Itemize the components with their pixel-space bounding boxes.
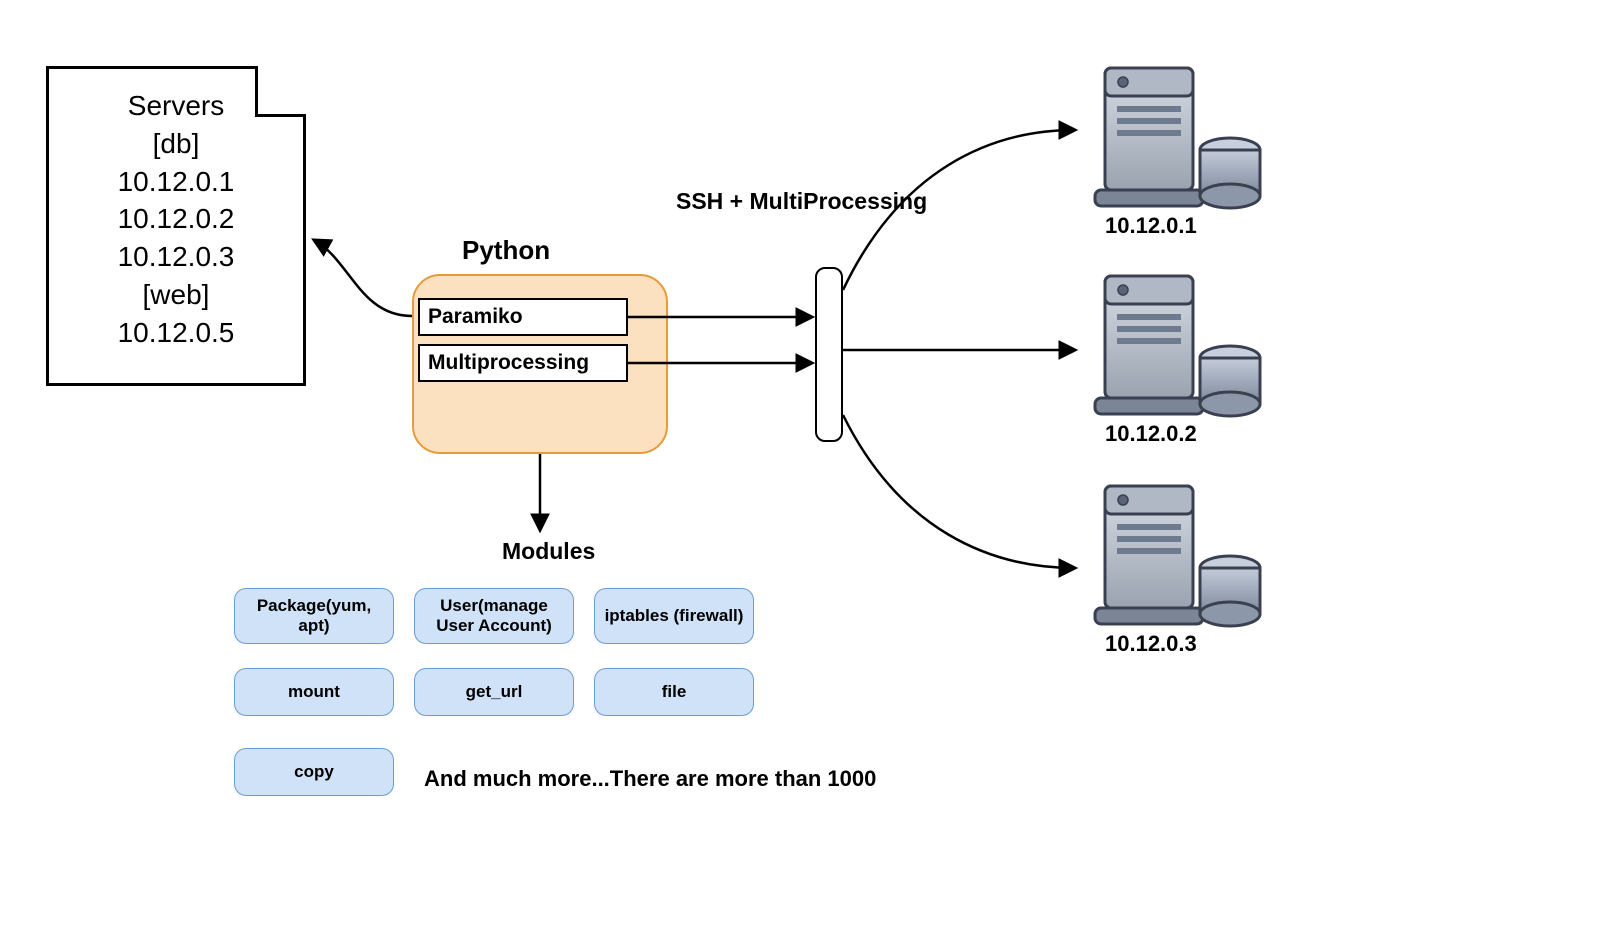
servers-title: Servers: [59, 87, 293, 125]
server-3-label: 10.12.0.3: [1105, 631, 1197, 657]
module-get-url: get_url: [414, 668, 574, 716]
servers-group-web: [web]: [59, 276, 293, 314]
modules-title: Modules: [502, 538, 595, 565]
server-icon-2: [1075, 258, 1295, 418]
connection-bus: [815, 267, 843, 442]
servers-ip-1: 10.12.0.1: [59, 163, 293, 201]
paramiko-label: Paramiko: [418, 298, 628, 336]
ssh-multiprocessing-label: SSH + MultiProcessing: [676, 188, 927, 215]
server-2-label: 10.12.0.2: [1105, 421, 1197, 447]
module-user: User(manage User Account): [414, 588, 574, 644]
server-icon-1: [1075, 50, 1295, 210]
module-package: Package(yum, apt): [234, 588, 394, 644]
server-1-label: 10.12.0.1: [1105, 213, 1197, 239]
modules-more-text: And much more...There are more than 1000: [424, 766, 876, 792]
module-copy: copy: [234, 748, 394, 796]
servers-ip-4: 10.12.0.5: [59, 314, 293, 352]
servers-ip-3: 10.12.0.3: [59, 238, 293, 276]
server-icon-3: [1075, 468, 1295, 628]
module-file: file: [594, 668, 754, 716]
multiprocessing-label: Multiprocessing: [418, 344, 628, 382]
python-title: Python: [462, 235, 550, 266]
module-iptables: iptables (firewall): [594, 588, 754, 644]
servers-document: Servers [db] 10.12.0.1 10.12.0.2 10.12.0…: [46, 66, 306, 386]
servers-content: Servers [db] 10.12.0.1 10.12.0.2 10.12.0…: [49, 69, 303, 370]
servers-group-db: [db]: [59, 125, 293, 163]
module-mount: mount: [234, 668, 394, 716]
servers-ip-2: 10.12.0.2: [59, 200, 293, 238]
